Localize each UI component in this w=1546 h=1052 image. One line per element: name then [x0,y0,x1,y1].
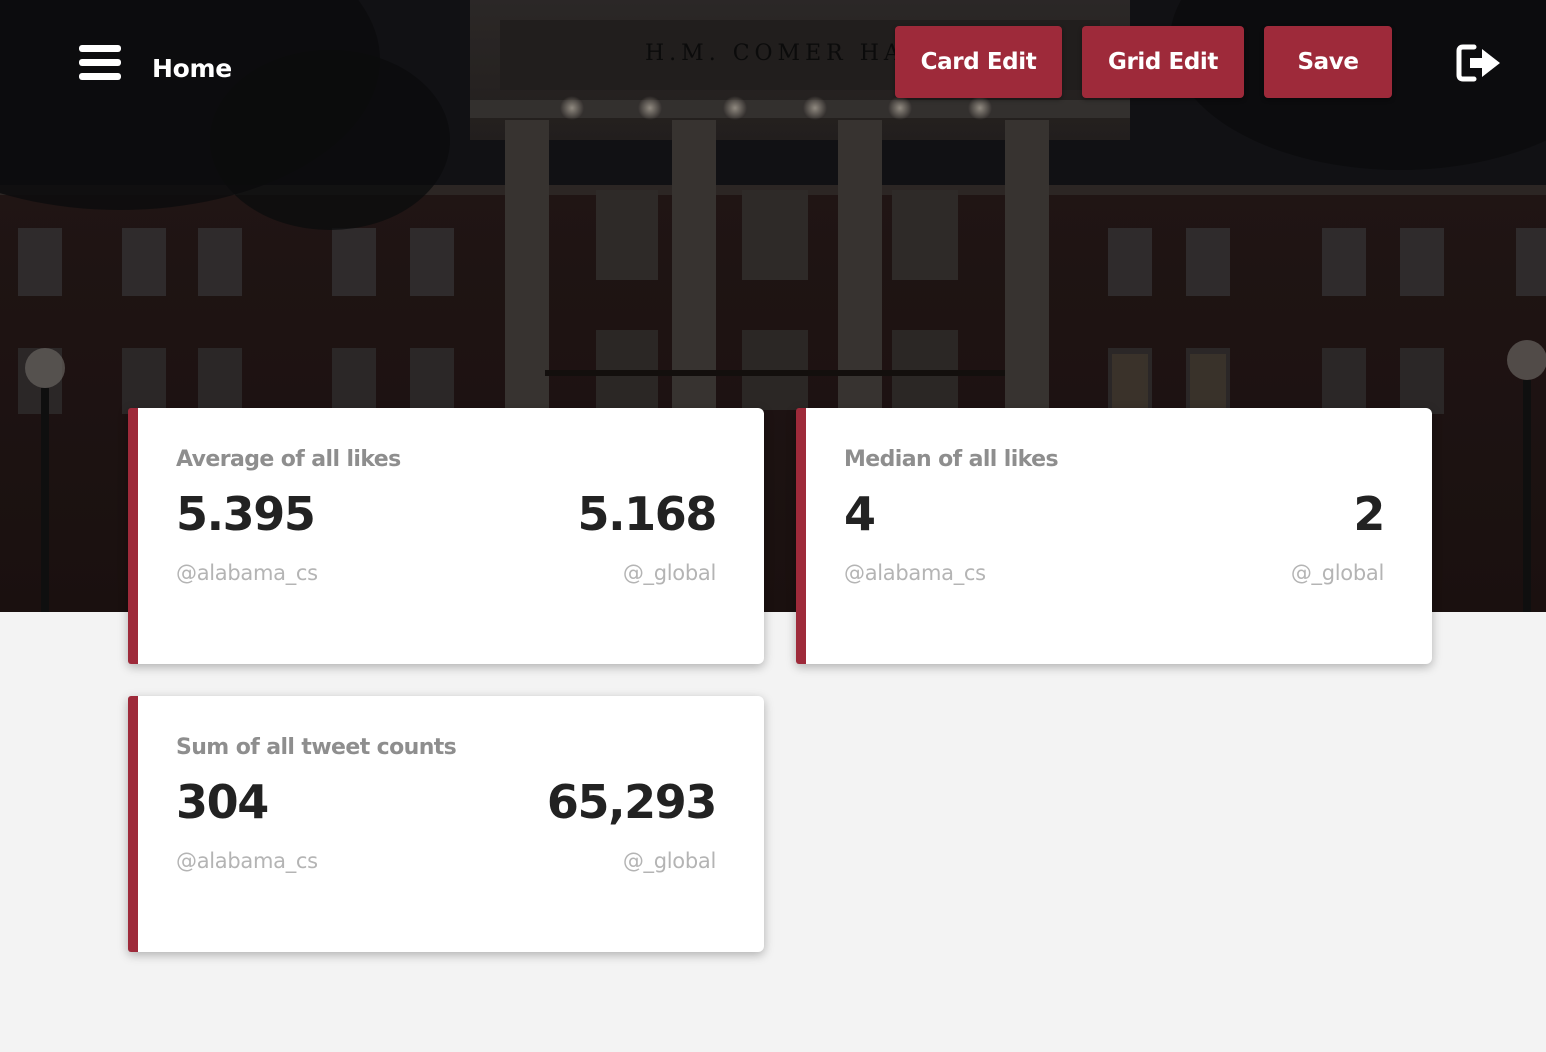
right-handle: @_global [622,561,716,585]
card-edit-button[interactable]: Card Edit [895,26,1062,98]
left-handle: @alabama_cs [844,561,986,585]
left-value: 4 [844,487,876,541]
left-handle: @alabama_cs [176,849,318,873]
left-value: 304 [176,775,269,829]
right-handle: @_global [622,849,716,873]
logout-icon[interactable] [1456,44,1502,82]
save-button[interactable]: Save [1264,26,1392,98]
hamburger-menu-icon[interactable] [79,45,121,81]
card-title: Average of all likes [176,447,401,472]
right-handle: @_global [1290,561,1384,585]
right-value: 2 [1353,487,1385,541]
stat-card-sum-tweet-counts[interactable]: Sum of all tweet counts 304 65,293 @alab… [128,696,764,952]
page-title: Home [152,54,232,83]
right-value: 5.168 [577,487,717,541]
grid-edit-button[interactable]: Grid Edit [1082,26,1244,98]
card-title: Sum of all tweet counts [176,735,457,760]
card-title: Median of all likes [844,447,1059,472]
top-navigation-bar: Home Card Edit Grid Edit Save [0,0,1546,130]
left-handle: @alabama_cs [176,561,318,585]
right-value: 65,293 [546,775,718,829]
stat-card-average-likes[interactable]: Average of all likes 5.395 5.168 @alabam… [128,408,764,664]
stat-card-median-likes[interactable]: Median of all likes 4 2 @alabama_cs @_gl… [796,408,1432,664]
left-value: 5.395 [176,487,316,541]
